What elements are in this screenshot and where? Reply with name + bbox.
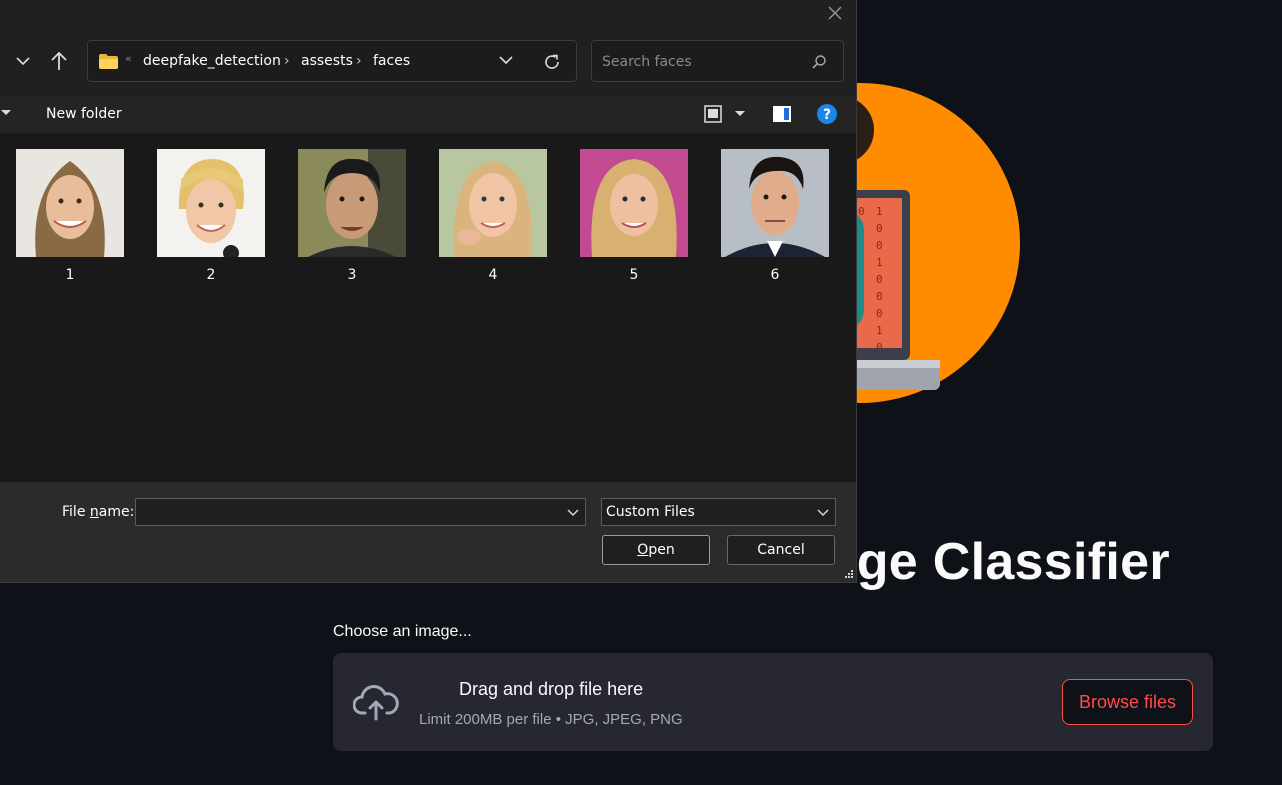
open-file-dialog: « deepfake_detection › assests › faces N… [0, 0, 857, 583]
file-name-label: 6 [770, 267, 780, 283]
resize-grip-icon[interactable] [842, 569, 854, 581]
face-thumbnail [580, 149, 688, 257]
uploader-label: Choose an image... [333, 623, 472, 640]
breadcrumb-deepfake-detection[interactable]: deepfake_detection [143, 53, 281, 69]
face-thumbnail [16, 149, 124, 257]
file-tile[interactable]: 2 [157, 149, 265, 283]
face-thumbnail [157, 149, 265, 257]
file-name-label: 2 [206, 267, 216, 283]
file-name-label: 1 [65, 267, 75, 283]
search-icon[interactable] [811, 54, 827, 70]
address-history-dropdown-icon[interactable] [499, 55, 513, 65]
cancel-button[interactable]: Cancel [727, 535, 835, 565]
breadcrumb-separator-icon[interactable]: › [356, 53, 362, 69]
svg-text:0: 0 [876, 290, 883, 303]
svg-text:1: 1 [876, 256, 883, 269]
address-bar[interactable]: « deepfake_detection › assests › faces [87, 40, 577, 82]
file-tile[interactable]: 3 [298, 149, 406, 283]
svg-text:0: 0 [876, 307, 883, 320]
chevron-down-icon [817, 509, 829, 516]
svg-text:0: 0 [876, 273, 883, 286]
file-name-field-label: File name: [62, 504, 135, 520]
svg-text:0: 0 [876, 239, 883, 252]
navigation-bar: « deepfake_detection › assests › faces [0, 28, 856, 94]
dialog-footer: File name: Custom Files Open Cancel [0, 482, 856, 582]
svg-text:0: 0 [858, 205, 865, 218]
organize-dropdown-icon[interactable] [1, 109, 11, 117]
search-input[interactable] [602, 54, 792, 70]
arrow-up-icon [51, 51, 67, 70]
browse-files-button[interactable]: Browse files [1062, 679, 1193, 725]
dropzone-instructions: Drag and drop file here [459, 679, 644, 699]
breadcrumb-faces[interactable]: faces [373, 53, 410, 69]
file-name-field[interactable] [135, 498, 586, 526]
file-tile[interactable]: 4 [439, 149, 547, 283]
open-button[interactable]: Open [602, 535, 710, 565]
help-icon[interactable]: ? [817, 104, 837, 124]
file-type-select[interactable]: Custom Files [601, 498, 836, 526]
close-icon[interactable] [826, 4, 844, 22]
breadcrumb-separator-icon[interactable]: › [284, 53, 290, 69]
folder-icon [99, 54, 118, 69]
dialog-titlebar [0, 0, 856, 28]
file-tile[interactable]: 6 [721, 149, 829, 283]
file-name-label: 4 [488, 267, 498, 283]
file-type-value: Custom Files [606, 504, 695, 520]
overflow-chevron-icon[interactable]: « [125, 52, 132, 65]
file-name-label: 3 [347, 267, 357, 283]
face-thumbnail [298, 149, 406, 257]
up-folder-button[interactable] [46, 48, 72, 74]
cloud-upload-icon [353, 685, 399, 721]
file-list: 1 2 3 4 5 6 [0, 134, 856, 482]
view-dropdown-icon[interactable] [735, 110, 745, 118]
svg-text:?: ? [823, 107, 831, 123]
command-bar: New folder ? [0, 95, 856, 133]
face-thumbnail [721, 149, 829, 257]
svg-text:1: 1 [876, 324, 883, 337]
file-tile[interactable]: 1 [16, 149, 124, 283]
breadcrumb-assests[interactable]: assests [301, 53, 353, 69]
svg-text:1: 1 [876, 205, 883, 218]
file-name-input[interactable] [142, 504, 552, 520]
dropzone-limits: Limit 200MB per file • JPG, JPEG, PNG [419, 711, 683, 728]
face-thumbnail [439, 149, 547, 257]
chevron-down-icon [16, 57, 30, 66]
search-box[interactable] [591, 40, 844, 82]
file-dropzone[interactable]: Drag and drop file here Limit 200MB per … [333, 653, 1213, 751]
file-name-label: 5 [629, 267, 639, 283]
svg-text:0: 0 [876, 341, 883, 354]
preview-pane-icon[interactable] [772, 105, 792, 123]
refresh-icon[interactable] [543, 53, 561, 71]
file-tile[interactable]: 5 [580, 149, 688, 283]
new-folder-button[interactable]: New folder [46, 106, 122, 122]
svg-text:0: 0 [876, 222, 883, 235]
view-options-icon[interactable] [704, 105, 722, 123]
recent-locations-button[interactable] [10, 48, 36, 74]
chevron-down-icon[interactable] [567, 509, 579, 517]
